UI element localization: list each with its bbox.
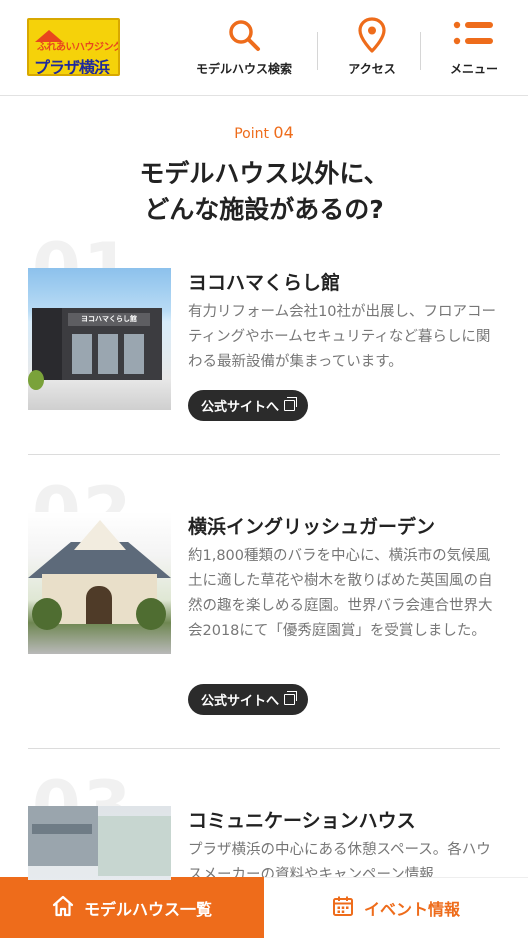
nav-label-menu: メニュー <box>449 62 498 76</box>
photo-shop-window <box>98 816 171 876</box>
photo-window <box>124 334 144 374</box>
official-site-button-label: 公式サイトへ <box>200 400 279 415</box>
official-site-button[interactable]: 公式サイトへ <box>188 684 308 715</box>
nav-label-access: アクセス <box>348 62 396 76</box>
photo-window <box>98 334 118 374</box>
facility-description: プラザ横浜の中心にある休憩スペース。各ハウスメーカーの資料やキャンペーン情報 <box>188 842 491 880</box>
facility-photo <box>28 512 171 654</box>
facility-card: 02 横浜イングリッシュガーデン 約1,800種類のバラを中心に、横浜市の気候風… <box>28 476 500 716</box>
official-site-button[interactable]: 公式サイトへ <box>188 390 308 421</box>
card-divider <box>28 454 500 455</box>
model-house-list-label: モデルハウス一覧 <box>83 899 212 919</box>
external-link-icon <box>284 691 297 705</box>
photo-wall <box>28 806 98 866</box>
point-label: Point 04 <box>0 123 528 142</box>
section-title-line1: モデルハウス以外に、 <box>139 159 389 188</box>
nav-label-search: モデルハウス検索 <box>195 62 292 76</box>
nav-access[interactable]: アクセス <box>336 17 408 84</box>
photo-bush <box>28 370 44 390</box>
menu-icon <box>453 18 495 52</box>
bottom-nav-bar: モデルハウス一覧 イベント情報 <box>0 877 528 938</box>
facility-title: ヨコハマくらし館 <box>188 272 341 294</box>
section-title-line2: どんな施設があるの? <box>144 195 384 224</box>
event-info-label: イベント情報 <box>363 900 460 919</box>
section-title: モデルハウス以外に、 どんな施設があるの? <box>0 156 528 228</box>
home-icon <box>52 895 74 921</box>
nav-divider <box>317 32 318 70</box>
photo-window <box>72 334 92 374</box>
photo-sign-board <box>32 824 92 834</box>
facility-title: 横浜イングリッシュガーデン <box>188 516 436 538</box>
facility-photo: ヨコハマくらし館 <box>28 268 171 410</box>
card-divider <box>28 748 500 749</box>
nav-divider <box>420 32 421 70</box>
photo-gable <box>74 520 126 550</box>
nav-menu[interactable]: メニュー <box>440 18 508 84</box>
map-pin-icon <box>357 17 387 53</box>
facility-card: 03 コミュニケーションハウス プラザ横浜の中心にある休憩スペース。各ハウスメー… <box>28 770 500 880</box>
facility-card: 01 ヨコハマくらし館 ヨコハマくらし館 有力リフォーム会社10社が出展し、フロ… <box>28 232 500 422</box>
site-logo[interactable]: ふれあいハウジング プラザ横浜 <box>27 18 120 76</box>
logo-top-text: ふれあいハウジング <box>37 42 120 53</box>
facility-photo <box>28 806 171 880</box>
facility-description: 有力リフォーム会社10社が出展し、フロアコーティングやホームセキュリティなど暮ら… <box>188 304 497 370</box>
search-icon <box>227 18 261 52</box>
event-info-button[interactable]: イベント情報 <box>264 877 528 938</box>
external-link-icon <box>284 397 297 411</box>
model-house-list-button[interactable]: モデルハウス一覧 <box>0 877 264 938</box>
site-header: ふれあいハウジング プラザ横浜 モデルハウス検索 アクセス メニュー <box>0 0 528 96</box>
point-number: 04 <box>273 123 294 142</box>
photo-shrub <box>136 598 166 630</box>
facility-title: コミュニケーションハウス <box>188 810 416 832</box>
photo-sign: ヨコハマくらし館 <box>68 313 150 326</box>
photo-door <box>86 586 112 624</box>
photo-shrub <box>32 598 62 630</box>
nav-model-house-search[interactable]: モデルハウス検索 <box>188 18 300 84</box>
official-site-button-label: 公式サイトへ <box>200 694 279 709</box>
calendar-icon <box>332 895 354 921</box>
facility-description: 約1,800種類のバラを中心に、横浜市の気候風土に適した草花や樹木を散りばめた英… <box>188 548 493 639</box>
logo-bottom-text: プラザ横浜 <box>34 58 110 76</box>
point-prefix: Point <box>234 126 269 142</box>
